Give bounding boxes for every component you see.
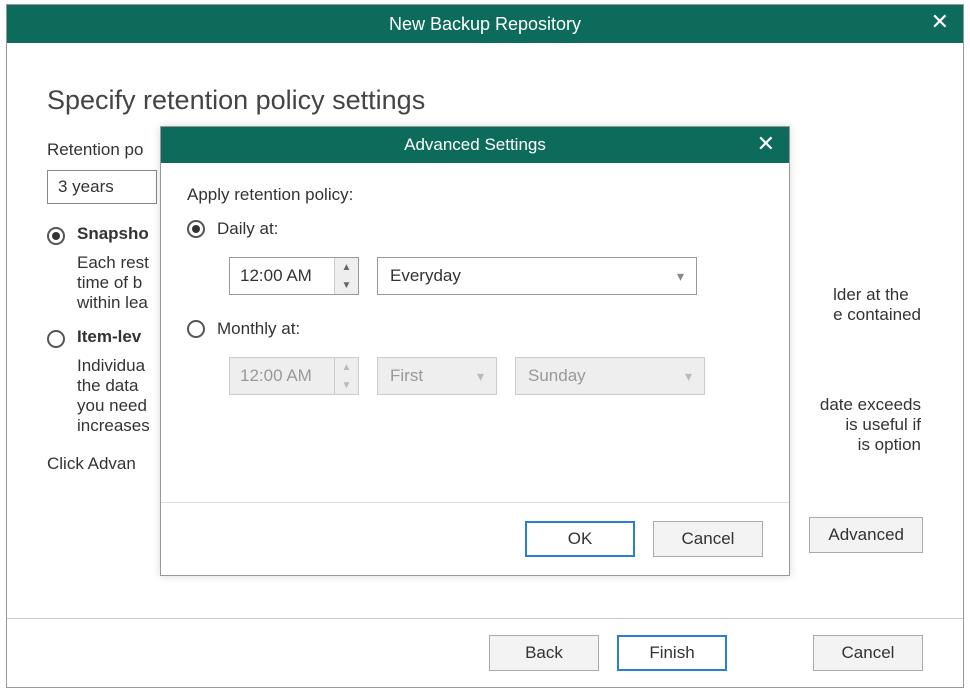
back-button[interactable]: Back [489,635,599,671]
finish-button[interactable]: Finish [617,635,727,671]
option-item-title: Item-lev [77,327,141,347]
daily-time-value: 12:00 AM [230,258,334,294]
wizard-footer: Back Finish Cancel [7,618,963,687]
chevron-down-icon: ▾ [477,368,484,385]
advanced-button-wrap: Advanced [809,517,923,553]
chevron-down-icon: ▾ [677,268,684,285]
daily-time-field[interactable]: 12:00 AM ▲ ▼ [229,257,359,295]
chevron-down-icon: ▾ [685,368,692,385]
daily-label: Daily at: [217,219,278,239]
radio-daily[interactable] [187,220,205,238]
modal-footer: OK Cancel [161,502,789,575]
advanced-button[interactable]: Advanced [809,517,923,553]
monthly-time-spinners: ▲ ▼ [334,358,358,394]
modal-body: Apply retention policy: Daily at: 12:00 … [161,163,789,395]
retention-value-field[interactable]: 3 years [47,170,157,204]
spin-up-icon: ▲ [335,358,358,376]
advanced-settings-dialog: Advanced Settings ✕ Apply retention poli… [160,126,790,576]
right-text-block-1: lder at the e contained [833,285,921,325]
monthly-time-value: 12:00 AM [230,358,334,394]
monthly-ordinal-select: First ▾ [377,357,497,395]
apply-retention-label: Apply retention policy: [187,185,763,205]
radio-snapshot[interactable] [47,227,65,245]
right-text-block-2: date exceeds is useful if is option [820,395,921,455]
ok-button[interactable]: OK [525,521,635,557]
monthly-row[interactable]: Monthly at: [187,319,763,339]
page-heading: Specify retention policy settings [47,85,923,116]
main-titlebar: New Backup Repository ✕ [7,5,963,43]
spin-down-icon[interactable]: ▼ [335,276,358,294]
monthly-day-select: Sunday ▾ [515,357,705,395]
modal-title: Advanced Settings [404,135,546,154]
main-title: New Backup Repository [389,14,581,34]
daily-day-select[interactable]: Everyday ▾ [377,257,697,295]
modal-cancel-button[interactable]: Cancel [653,521,763,557]
option-snapshot-title: Snapsho [77,224,149,244]
modal-titlebar: Advanced Settings ✕ [161,127,789,163]
cancel-button[interactable]: Cancel [813,635,923,671]
monthly-label: Monthly at: [217,319,300,339]
daily-row[interactable]: Daily at: [187,219,763,239]
radio-item[interactable] [47,330,65,348]
radio-monthly[interactable] [187,320,205,338]
monthly-day-value: Sunday [528,366,586,386]
monthly-controls: 12:00 AM ▲ ▼ First ▾ Sunday ▾ [229,357,763,395]
retention-value: 3 years [58,177,114,196]
monthly-ordinal-value: First [390,366,423,386]
spin-up-icon[interactable]: ▲ [335,258,358,276]
modal-close-icon[interactable]: ✕ [757,133,775,155]
spin-down-icon: ▼ [335,376,358,394]
monthly-time-field: 12:00 AM ▲ ▼ [229,357,359,395]
daily-time-spinners: ▲ ▼ [334,258,358,294]
daily-controls: 12:00 AM ▲ ▼ Everyday ▾ [229,257,763,295]
close-icon[interactable]: ✕ [931,11,949,33]
daily-day-value: Everyday [390,266,461,286]
